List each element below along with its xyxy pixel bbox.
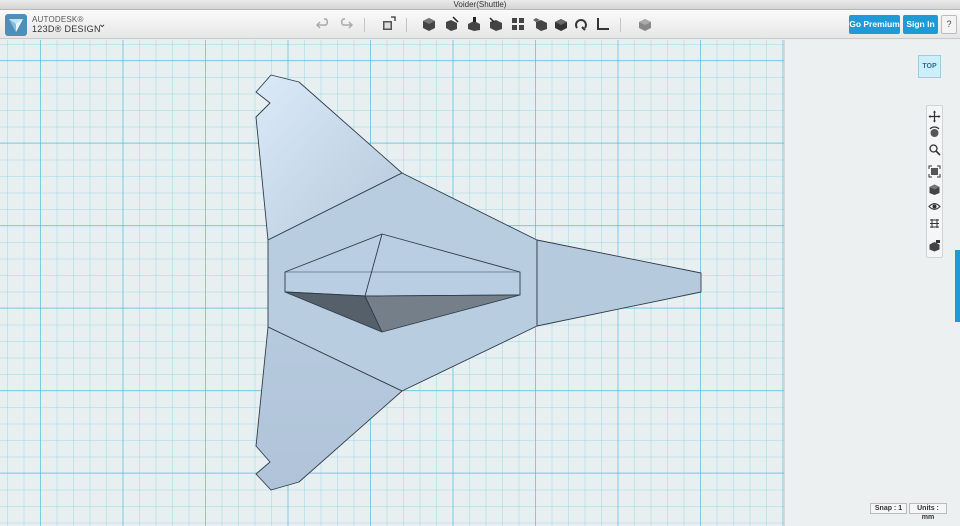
help-button[interactable]: ? [941,15,957,34]
undo-icon[interactable] [316,16,332,32]
viewport-canvas[interactable] [0,40,784,526]
toolbar-separator [364,18,365,32]
view-mode-icon[interactable] [928,183,941,196]
snap-indicator[interactable]: Snap : 1 [870,503,907,514]
material-icon[interactable] [637,16,653,32]
pan-icon[interactable] [928,110,941,123]
shuttle-model[interactable] [0,40,784,526]
sign-in-button[interactable]: Sign In [903,15,938,34]
primitives-icon[interactable] [421,16,437,32]
grid-icon[interactable] [928,217,941,230]
grouping-icon[interactable] [532,16,548,32]
side-panel-toggle[interactable] [955,250,960,322]
pattern-icon[interactable] [510,16,526,32]
toolbar-separator [406,18,407,32]
viewcube-top[interactable]: TOP [918,55,941,78]
material-view-icon[interactable] [928,239,941,252]
visibility-icon[interactable] [928,200,941,213]
construct-icon[interactable] [466,16,482,32]
measure-icon[interactable] [595,16,611,32]
brand-product: 123D® DESIGN [32,24,101,34]
main-toolbar: AUTODESK® 123D® DESIGN ⌄ Go Premium Sign… [0,10,960,39]
fit-icon[interactable] [928,165,941,178]
tail-fin[interactable] [536,239,702,327]
transform-icon[interactable] [380,16,396,32]
units-indicator[interactable]: Units : mm [909,503,947,521]
modify-icon[interactable] [488,16,504,32]
brand-company: AUTODESK® [32,15,84,24]
orbit-icon[interactable] [928,126,941,139]
app-logo-icon[interactable] [5,14,27,36]
go-premium-button[interactable]: Go Premium [849,15,900,34]
redo-icon[interactable] [337,16,353,32]
combine-icon[interactable] [573,16,589,32]
app-window: Voider(Shuttle) AUTODESK® 123D® DESIGN ⌄ [0,0,960,526]
title-bar: Voider(Shuttle) [0,0,960,10]
window-title: Voider(Shuttle) [453,0,507,9]
toolbar-separator [620,18,621,32]
zoom-icon[interactable] [928,143,941,156]
snap-icon[interactable] [553,16,569,32]
app-menu-chevron-down-icon[interactable]: ⌄ [98,19,106,30]
sketch-icon[interactable] [444,16,460,32]
